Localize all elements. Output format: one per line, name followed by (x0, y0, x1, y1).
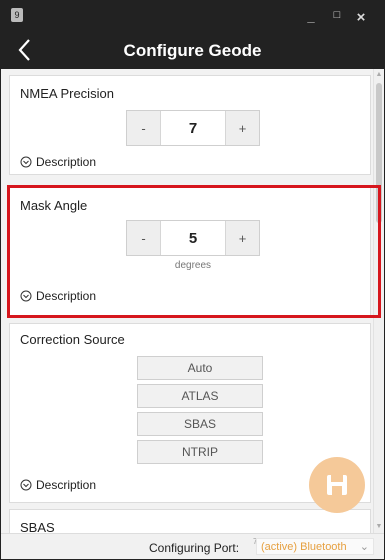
mask-angle-card: Mask Angle - 5 + degrees Description (9, 185, 371, 318)
nmea-decrement-button[interactable]: - (127, 111, 160, 145)
chevron-down-circle-icon (20, 156, 32, 168)
close-button[interactable]: × (353, 9, 369, 26)
correction-option-atlas[interactable]: ATLAS (137, 384, 263, 408)
nmea-precision-label: NMEA Precision (20, 86, 114, 101)
correction-option-ntrip[interactable]: NTRIP (137, 440, 263, 464)
chevron-down-circle-icon (20, 290, 32, 302)
mask-angle-stepper: - 5 + (126, 220, 260, 256)
mask-angle-label: Mask Angle (20, 198, 88, 213)
app-icon: 9 (11, 8, 23, 22)
configuring-port-label: Configuring Port: (149, 541, 240, 555)
status-bar: Configuring Port: 7 (active) Bluetooth ⌄ (1, 533, 384, 559)
mask-description-toggle[interactable]: Description (20, 289, 96, 303)
chevron-down-circle-icon (20, 479, 32, 491)
mask-angle-unit: degrees (174, 260, 212, 271)
description-label: Description (36, 478, 97, 492)
port-select[interactable]: (active) Bluetooth ⌄ (256, 538, 374, 555)
save-icon (327, 475, 347, 495)
port-select-value: (active) Bluetooth (261, 540, 347, 553)
sbas-card: SBAS (9, 509, 371, 533)
vertical-scrollbar[interactable]: ▲ ▼ (373, 69, 384, 533)
nmea-description-toggle[interactable]: Description (20, 155, 96, 169)
mask-increment-button[interactable]: + (226, 221, 259, 255)
minimize-button[interactable]: _ (303, 9, 319, 24)
nmea-increment-button[interactable]: + (226, 111, 259, 145)
save-button[interactable] (309, 457, 365, 513)
scroll-up-arrow-icon[interactable]: ▲ (375, 71, 383, 79)
correction-option-sbas[interactable]: SBAS (137, 412, 263, 436)
sbas-label: SBAS (20, 520, 55, 533)
correction-source-label: Correction Source (20, 332, 125, 347)
description-label: Description (36, 155, 97, 169)
nmea-precision-value[interactable]: 7 (160, 111, 226, 145)
mask-angle-value[interactable]: 5 (160, 221, 226, 255)
scroll-thumb[interactable] (376, 83, 382, 223)
nmea-precision-stepper: - 7 + (126, 110, 260, 146)
page-title: Configure Geode (123, 41, 262, 60)
correction-description-toggle[interactable]: Description (20, 478, 96, 492)
app-window: 9 _ □ × Configure Geode NMEA Precision -… (0, 0, 385, 560)
description-label: Description (36, 289, 97, 303)
chevron-down-icon: ⌄ (359, 541, 369, 553)
correction-option-auto[interactable]: Auto (137, 356, 263, 380)
scroll-down-arrow-icon[interactable]: ▼ (375, 523, 383, 531)
title-bar: 9 _ □ × Configure Geode (1, 1, 384, 69)
mask-decrement-button[interactable]: - (127, 221, 160, 255)
maximize-button[interactable]: □ (329, 9, 345, 21)
nmea-precision-card: NMEA Precision - 7 + Description (9, 75, 371, 175)
